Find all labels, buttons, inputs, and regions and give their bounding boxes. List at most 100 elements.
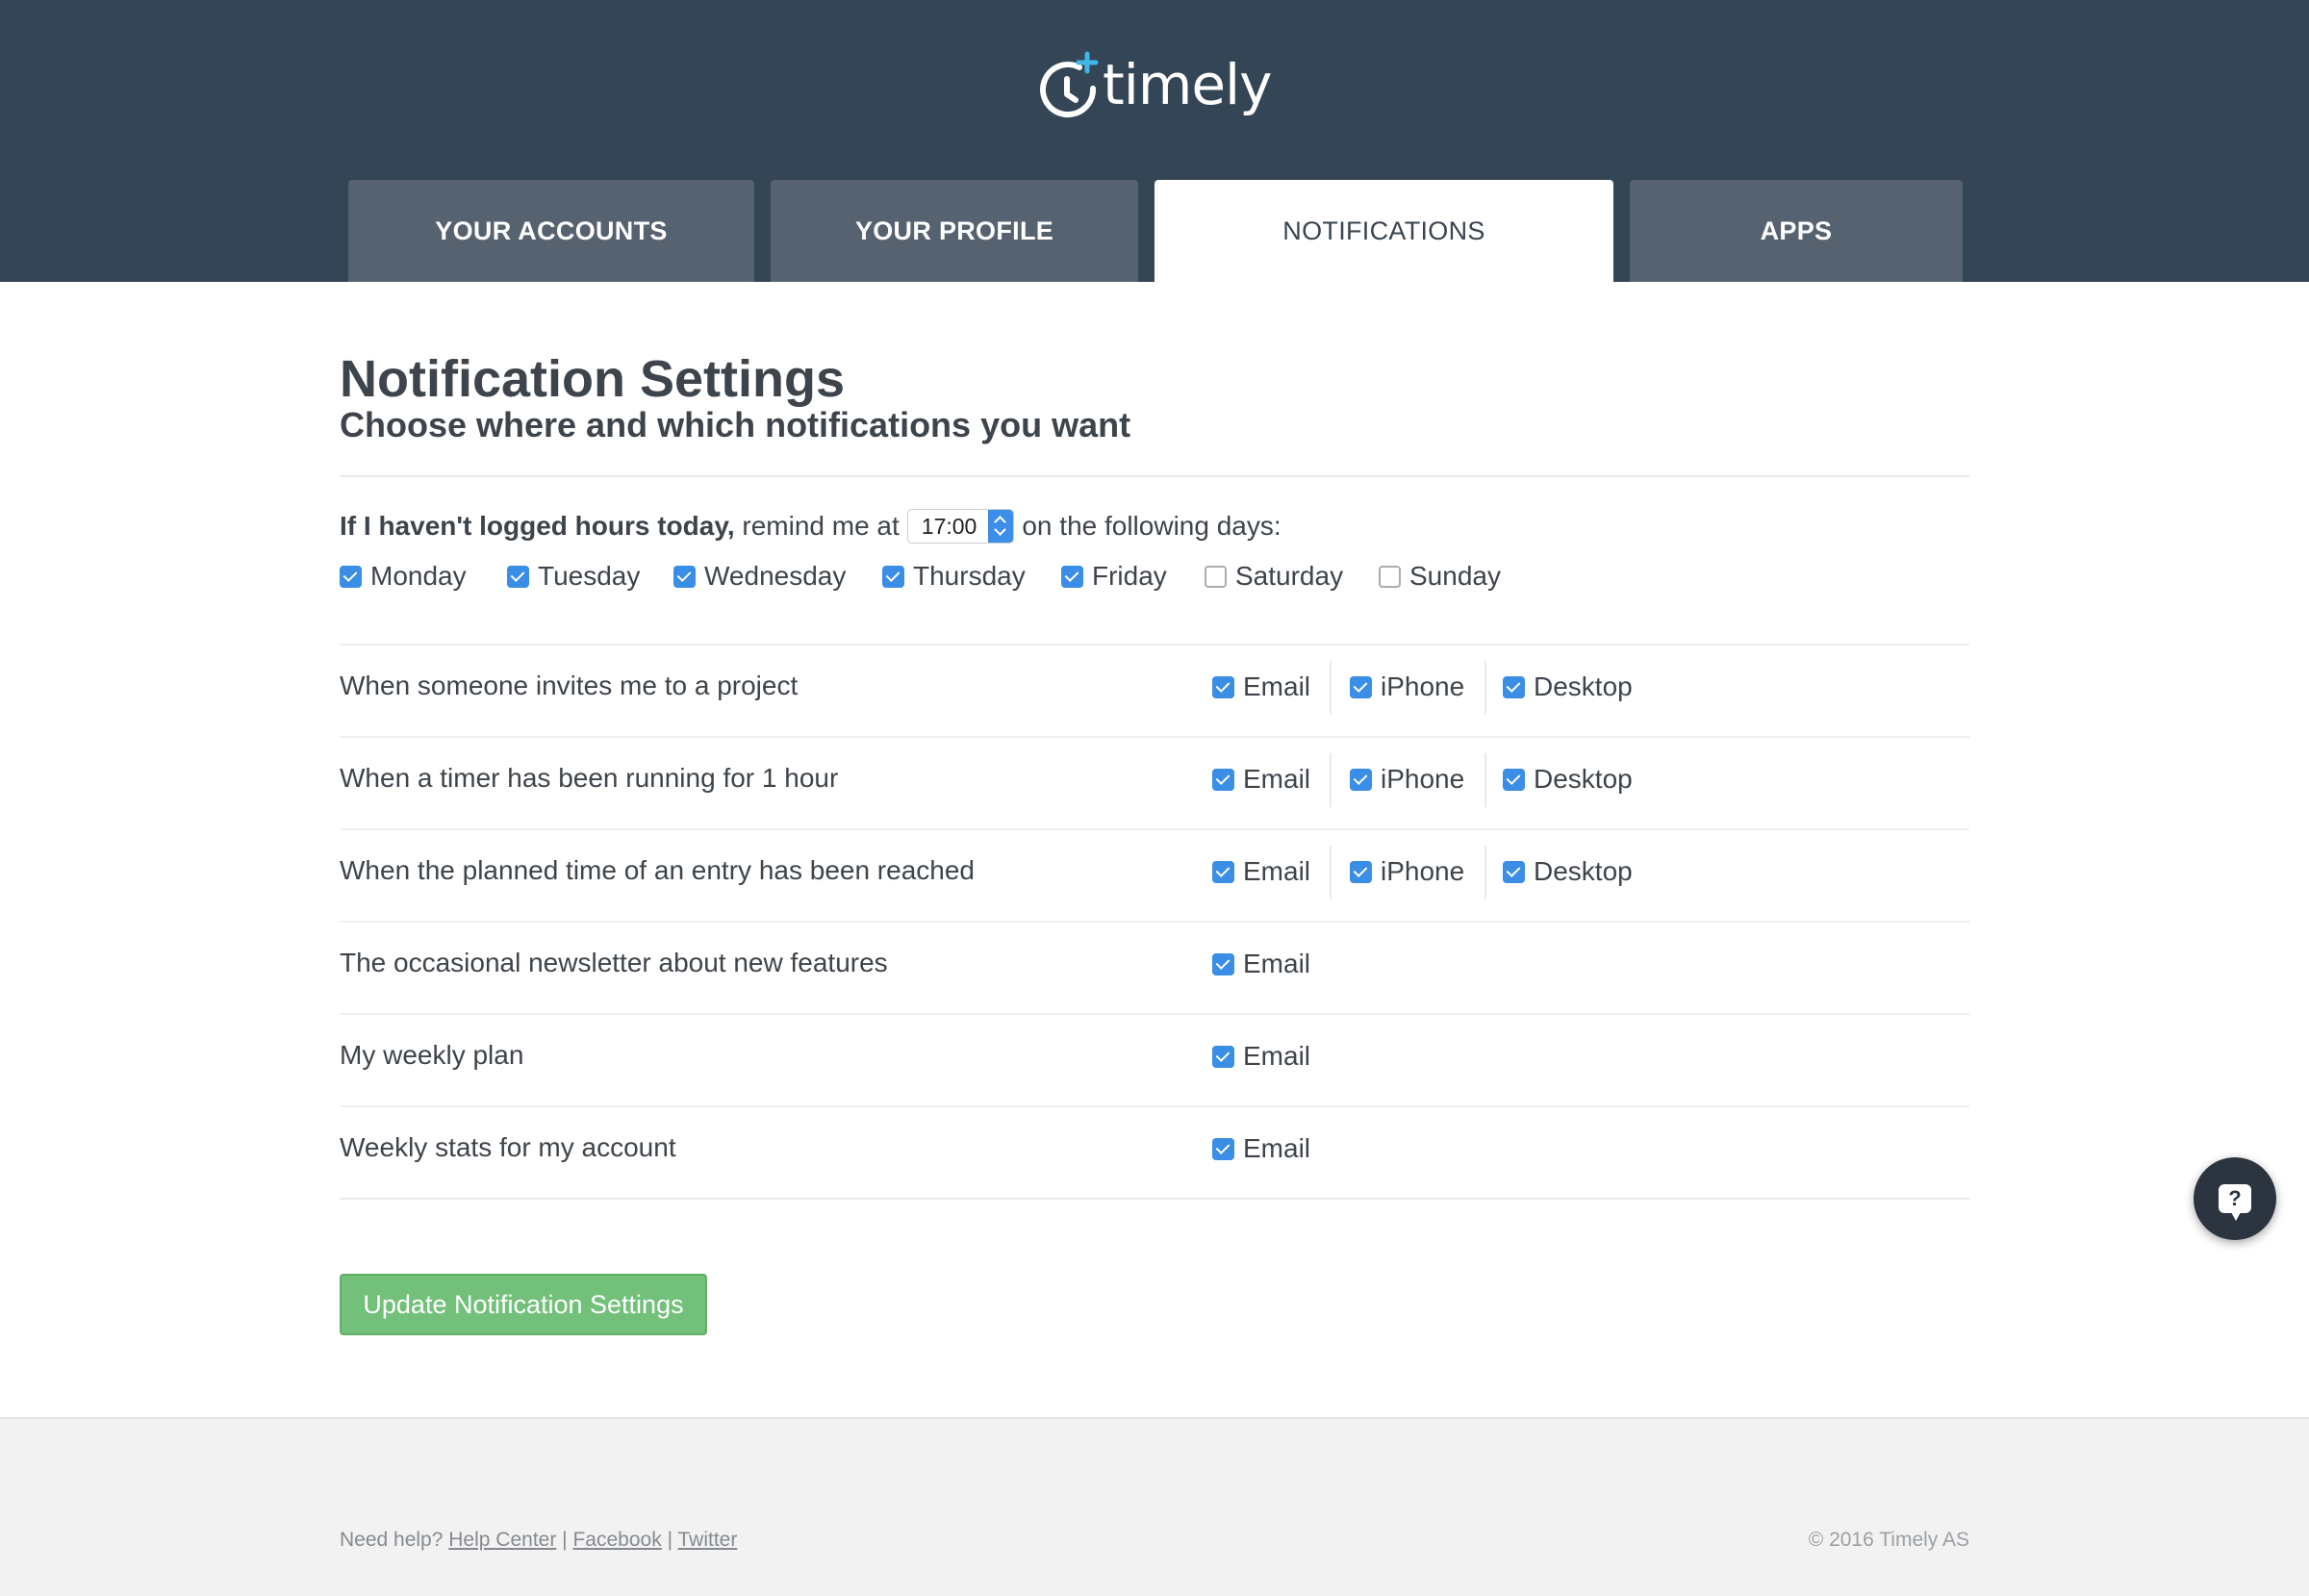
notification-label: When a timer has been running for 1 hour: [340, 763, 839, 793]
option-iphone[interactable]: iPhone: [1350, 856, 1464, 887]
option-label: Desktop: [1534, 856, 1633, 886]
day-sunday[interactable]: Sunday: [1379, 561, 1501, 592]
day-friday[interactable]: Friday: [1061, 561, 1167, 592]
checkbox-wednesday[interactable]: [673, 565, 696, 588]
day-thursday[interactable]: Thursday: [882, 561, 1026, 592]
footer-link-help-center[interactable]: Help Center: [448, 1529, 556, 1551]
day-label: Sunday: [1409, 561, 1501, 591]
notification-row: My weekly plan Email: [340, 1013, 1969, 1105]
reminder-bold-text: If I haven't logged hours today,: [340, 511, 735, 541]
footer-separator: |: [562, 1529, 568, 1551]
notification-label: Weekly stats for my account: [340, 1132, 676, 1162]
day-label: Saturday: [1235, 561, 1344, 591]
option-desktop[interactable]: Desktop: [1503, 764, 1633, 795]
checkbox-saturday[interactable]: [1205, 565, 1227, 588]
checkbox-iphone[interactable]: [1350, 768, 1372, 791]
day-label: Friday: [1092, 561, 1167, 591]
option-label: Email: [1243, 764, 1311, 794]
option-label: Desktop: [1534, 671, 1633, 701]
checkbox-friday[interactable]: [1061, 565, 1083, 588]
option-email[interactable]: Email: [1212, 949, 1310, 979]
option-desktop[interactable]: Desktop: [1503, 856, 1633, 887]
footer: Need help? Help Center | Facebook | Twit…: [0, 1417, 2309, 1596]
day-label: Wednesday: [704, 561, 847, 591]
day-tuesday[interactable]: Tuesday: [507, 561, 640, 592]
header-divider: [340, 475, 1969, 477]
checkbox-desktop[interactable]: [1503, 675, 1525, 698]
option-email[interactable]: Email: [1212, 856, 1310, 887]
checkbox-email[interactable]: [1212, 860, 1234, 883]
help-chat-icon: ?: [2219, 1184, 2251, 1221]
notification-label: When the planned time of an entry has be…: [340, 855, 975, 885]
option-iphone[interactable]: iPhone: [1350, 764, 1464, 795]
reminder-text-before: remind me at: [742, 511, 900, 541]
logo-text: timely: [1103, 52, 1272, 117]
option-separator: [1484, 846, 1486, 899]
checkbox-desktop[interactable]: [1503, 860, 1525, 883]
footer-help: Need help? Help Center | Facebook | Twit…: [340, 1529, 737, 1552]
tab-apps[interactable]: APPS: [1630, 180, 1963, 282]
checkbox-tuesday[interactable]: [507, 565, 529, 588]
checkbox-iphone[interactable]: [1350, 860, 1372, 883]
option-label: iPhone: [1381, 856, 1465, 886]
footer-link-twitter[interactable]: Twitter: [678, 1529, 738, 1551]
help-chat-button[interactable]: ?: [2194, 1157, 2276, 1240]
update-notification-settings-button[interactable]: Update Notification Settings: [340, 1274, 707, 1335]
checkbox-email[interactable]: [1212, 952, 1234, 975]
notification-label: The occasional newsletter about new feat…: [340, 948, 888, 977]
reminder-sentence: If I haven't logged hours today, remind …: [340, 509, 1281, 544]
checkbox-email[interactable]: [1212, 675, 1234, 698]
option-label: iPhone: [1381, 671, 1465, 701]
checkbox-email[interactable]: [1212, 1045, 1234, 1068]
option-separator: [1330, 753, 1332, 807]
clock-plus-icon: [1037, 50, 1101, 119]
header: timely YOUR ACCOUNTS YOUR PROFILE NOTIFI…: [0, 0, 2309, 282]
checkbox-email[interactable]: [1212, 1137, 1234, 1160]
help-glyph: ?: [2228, 1186, 2242, 1210]
option-email[interactable]: Email: [1212, 671, 1310, 702]
reminder-time-input[interactable]: 17:00: [906, 509, 1015, 544]
day-label: Thursday: [913, 561, 1026, 591]
option-label: Email: [1243, 671, 1311, 701]
option-label: Email: [1243, 949, 1311, 978]
notification-row: When a timer has been running for 1 hour…: [340, 736, 1969, 828]
day-wednesday[interactable]: Wednesday: [673, 561, 846, 592]
checkbox-thursday[interactable]: [882, 565, 904, 588]
checkbox-sunday[interactable]: [1379, 565, 1401, 588]
option-desktop[interactable]: Desktop: [1503, 671, 1633, 702]
logo[interactable]: timely: [1037, 50, 1272, 119]
checkbox-monday[interactable]: [340, 565, 362, 588]
option-separator: [1484, 753, 1486, 807]
day-label: Tuesday: [538, 561, 641, 591]
day-label: Monday: [370, 561, 467, 591]
checkbox-email[interactable]: [1212, 768, 1234, 791]
checkbox-desktop[interactable]: [1503, 768, 1525, 791]
option-separator: [1484, 661, 1486, 715]
reminder-time-value[interactable]: 17:00: [908, 514, 989, 540]
reminder-text-after: on the following days:: [1022, 511, 1281, 541]
option-separator: [1330, 846, 1332, 899]
notification-row: The occasional newsletter about new feat…: [340, 921, 1969, 1013]
footer-link-facebook[interactable]: Facebook: [572, 1529, 661, 1551]
option-email[interactable]: Email: [1212, 1133, 1310, 1164]
option-label: Email: [1243, 1041, 1311, 1071]
tab-your-accounts[interactable]: YOUR ACCOUNTS: [348, 180, 754, 282]
day-monday[interactable]: Monday: [340, 561, 467, 592]
tab-notifications[interactable]: NOTIFICATIONS: [1154, 180, 1613, 282]
option-label: Email: [1243, 856, 1311, 886]
rows-bottom-divider: [340, 1198, 1969, 1200]
option-iphone[interactable]: iPhone: [1350, 671, 1464, 702]
footer-help-text: Need help?: [340, 1529, 444, 1551]
notification-row: Weekly stats for my account Email: [340, 1105, 1969, 1198]
day-saturday[interactable]: Saturday: [1205, 561, 1343, 592]
checkbox-iphone[interactable]: [1350, 675, 1372, 698]
time-spinner-icon[interactable]: [988, 510, 1014, 543]
notification-row: When the planned time of an entry has be…: [340, 828, 1969, 921]
tab-your-profile[interactable]: YOUR PROFILE: [771, 180, 1138, 282]
option-label: iPhone: [1381, 764, 1465, 794]
footer-copyright: © 2016 Timely AS: [1808, 1529, 1969, 1551]
option-label: Email: [1243, 1133, 1311, 1163]
option-email[interactable]: Email: [1212, 764, 1310, 795]
notification-label: My weekly plan: [340, 1040, 524, 1070]
option-email[interactable]: Email: [1212, 1041, 1310, 1072]
